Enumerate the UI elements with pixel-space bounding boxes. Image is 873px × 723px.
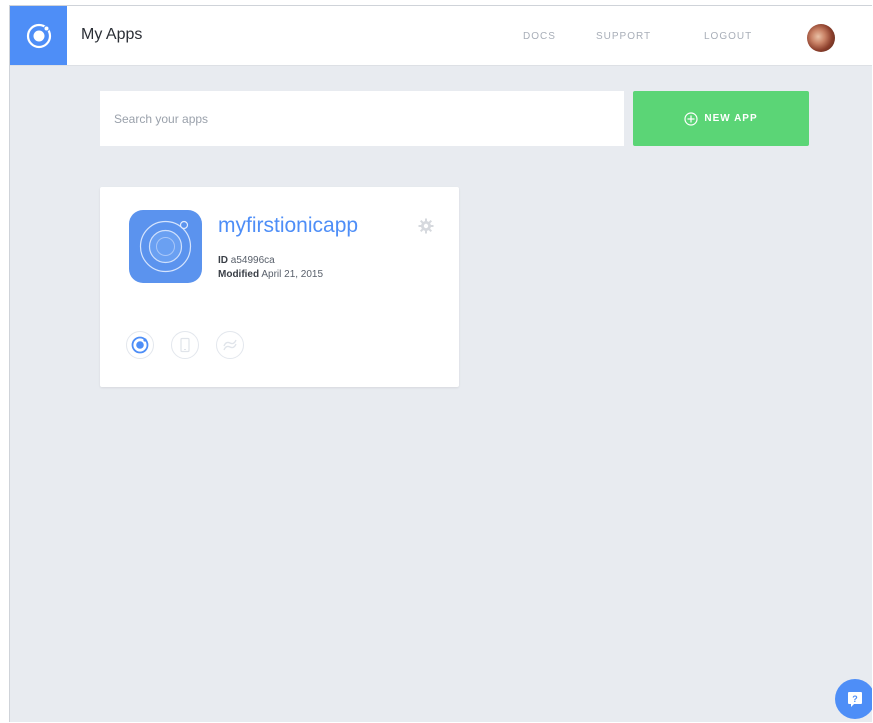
ionic-logo-icon xyxy=(26,23,51,48)
search-input[interactable] xyxy=(100,91,624,146)
ionic-logo-icon[interactable] xyxy=(125,330,155,360)
new-app-label: NEW APP xyxy=(704,113,758,124)
link-icon[interactable] xyxy=(215,330,245,360)
new-app-button[interactable]: NEW APP xyxy=(633,91,809,146)
help-icon: ? xyxy=(848,692,862,707)
app-modified-label: Modified xyxy=(218,269,260,280)
app-window: My Apps DOCS SUPPORT LOGOUT NEW APP myfi… xyxy=(9,5,872,722)
app-id-value: a54996ca xyxy=(230,255,275,266)
plus-circle-icon xyxy=(684,111,698,126)
logout-link[interactable]: LOGOUT xyxy=(704,31,752,42)
app-id: ID a54996ca xyxy=(218,255,275,266)
help-button[interactable]: ? xyxy=(835,679,872,719)
ionic-app-icon xyxy=(139,220,192,273)
gear-icon[interactable] xyxy=(418,218,434,234)
top-bar: My Apps DOCS SUPPORT LOGOUT xyxy=(10,6,872,66)
app-name-link[interactable]: myfirstionicapp xyxy=(218,214,358,238)
support-link[interactable]: SUPPORT xyxy=(596,31,651,42)
ionic-logo[interactable] xyxy=(10,6,67,65)
app-id-label: ID xyxy=(218,255,228,266)
app-modified-value: April 21, 2015 xyxy=(261,269,324,280)
app-icon[interactable] xyxy=(129,210,202,283)
docs-link[interactable]: DOCS xyxy=(523,31,556,42)
svg-text:?: ? xyxy=(852,694,858,704)
page-title: My Apps xyxy=(81,26,143,43)
device-icon[interactable] xyxy=(170,330,200,360)
avatar[interactable] xyxy=(807,24,835,52)
app-card: myfirstionicapp ID a54996ca Modified Apr… xyxy=(100,187,459,387)
app-modified: Modified April 21, 2015 xyxy=(218,269,323,280)
